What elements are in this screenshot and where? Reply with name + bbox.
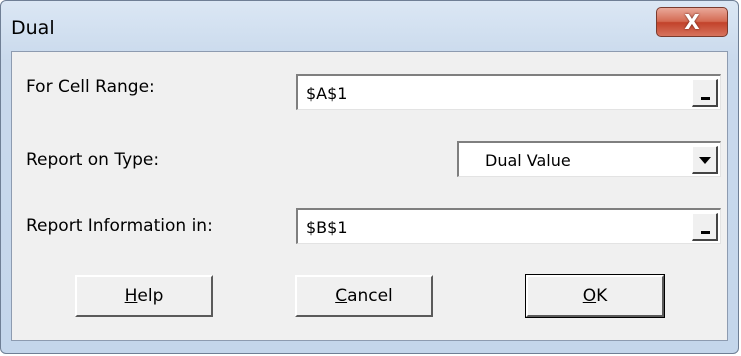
help-button[interactable]: Help xyxy=(75,275,213,317)
dialog-window: Dual X For Cell Range: $A$1 Report on Ty… xyxy=(0,0,739,354)
collapse-range-icon xyxy=(701,97,710,100)
report-info-collapse-button[interactable] xyxy=(692,213,718,241)
dropdown-arrow-icon xyxy=(699,157,711,164)
cancel-button[interactable]: Cancel xyxy=(295,275,433,317)
report-type-label: Report on Type: xyxy=(26,150,160,170)
cell-range-field[interactable]: $A$1 xyxy=(296,74,721,110)
report-info-label: Report Information in: xyxy=(26,216,213,236)
dialog-client-area: For Cell Range: $A$1 Report on Type: Dua… xyxy=(11,51,728,341)
report-type-select[interactable]: Dual Value xyxy=(457,141,721,177)
report-info-field[interactable]: $B$1 xyxy=(296,208,721,244)
help-mnemonic: H xyxy=(124,286,138,306)
window-title: Dual xyxy=(11,17,55,39)
report-type-selected: Dual Value xyxy=(485,151,571,170)
close-icon: X xyxy=(684,10,700,34)
cell-range-collapse-button[interactable] xyxy=(692,79,718,107)
report-info-value: $B$1 xyxy=(306,218,348,237)
cancel-mnemonic: C xyxy=(335,286,348,306)
cancel-label-rest: ancel xyxy=(347,286,393,306)
report-type-dropdown-button[interactable] xyxy=(692,146,718,174)
collapse-range-icon xyxy=(701,231,710,234)
help-label-rest: elp xyxy=(137,286,164,306)
cell-range-value: $A$1 xyxy=(306,84,348,103)
cell-range-label: For Cell Range: xyxy=(26,77,155,97)
ok-mnemonic: O xyxy=(582,286,597,306)
close-button[interactable]: X xyxy=(656,7,728,37)
ok-button[interactable]: OK xyxy=(525,274,665,318)
ok-label-rest: K xyxy=(596,286,608,306)
